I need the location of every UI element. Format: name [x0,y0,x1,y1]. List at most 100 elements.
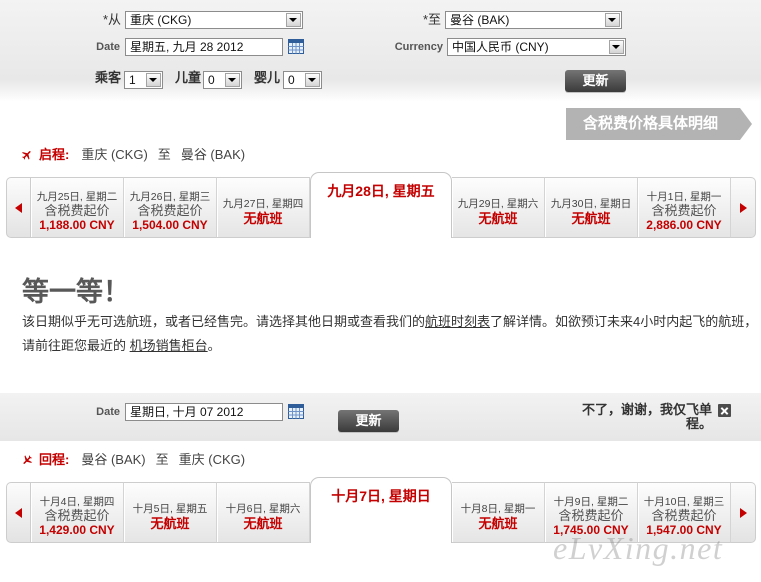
outbound-day-option[interactable]: 十月1日, 星期一 含税费起价 2,886.00 CNY [638,177,731,238]
chevron-down-icon[interactable] [225,73,240,87]
message-text: 了解详情。如欲预订未来4小时内起飞的航班， [490,314,758,329]
outbound-day-option[interactable]: 九月29日, 星期六 无航班 [452,177,545,238]
message-line-2: 请前往距您最近的 机场销售柜台。 [22,334,757,358]
outbound-day-option[interactable]: 九月30日, 星期日 无航班 [545,177,638,238]
plane-icon [19,147,36,164]
outbound-day-option[interactable]: 九月25日, 星期二 含税费起价 1,188.00 CNY [31,177,124,238]
infants-select[interactable]: 0 [283,71,322,89]
day-date-label: 十月10日, 星期三 [643,496,725,508]
infants-label: 婴儿 [254,70,281,85]
chevron-down-icon[interactable] [609,40,624,54]
chevron-down-icon[interactable] [305,73,320,87]
return-origin: 曼谷 (BAK) [81,452,146,467]
message-text: 请前往距您最近的 [22,338,130,353]
infants-select-value: 0 [288,73,295,87]
departure-date-input[interactable]: 星期五, 九月 28 2012 [125,38,283,56]
currency-select-value: 中国人民币 (CNY) [452,40,549,54]
day-date-label: 九月26日, 星期三 [129,191,211,203]
airport-sales-counter-link[interactable]: 机场销售柜台 [130,338,208,353]
return-date-carousel: 十月4日, 星期四 含税费起价 1,429.00 CNY 十月5日, 星期五 无… [6,477,756,543]
calendar-icon[interactable] [288,404,304,419]
flight-schedule-link[interactable]: 航班时刻表 [425,314,490,329]
outbound-connector: 至 [157,147,171,162]
day-date-label: 十月4日, 星期四 [39,496,115,508]
outbound-previous-dates-button[interactable] [6,177,31,238]
starting-price-label: 含税费起价 [137,203,203,218]
arrow-right-icon [739,507,747,518]
currency-select[interactable]: 中国人民币 (CNY) [447,38,626,56]
no-flights-label: 无航班 [478,210,518,226]
return-day-option[interactable]: 十月5日, 星期五 无航班 [124,482,217,543]
origin-select[interactable]: 重庆 (CKG) [125,11,303,29]
day-date-label: 十月6日, 星期六 [225,502,301,515]
outbound-destination: 曼谷 (BAK) [180,147,246,162]
starting-price-label: 含税费起价 [558,508,624,523]
no-flights-label: 无航班 [571,210,611,226]
return-day-option[interactable]: 十月8日, 星期一 无航班 [452,482,545,543]
origin-select-value: 重庆 (CKG) [130,13,192,27]
day-date-label: 九月30日, 星期日 [550,197,632,210]
chevron-down-icon[interactable] [605,13,620,27]
children-label: 儿童 [175,70,202,85]
no-flights-label: 无航班 [243,515,283,531]
starting-price: 1,188.00 CNY [39,218,115,232]
return-label: 回程: [39,452,70,467]
update-search-button[interactable]: 更新 [565,70,626,92]
departure-date-label: Date [96,41,120,53]
return-destination: 重庆 (CKG) [178,452,246,467]
arrow-right-icon [739,202,747,213]
price-details-button[interactable]: 含税费价格具体明细 [566,108,752,140]
message-text: 。 [207,338,221,353]
plane-icon [19,452,36,469]
starting-price: 1,429.00 CNY [39,523,115,537]
return-selected-day-tab[interactable]: 十月7日, 星期日 [310,477,452,543]
starting-price-label: 含税费起价 [651,508,717,523]
selected-day-label: 九月28日, 星期五 [327,183,435,199]
return-date-input[interactable]: 星期日, 十月 07 2012 [125,403,283,421]
day-date-label: 十月1日, 星期一 [646,191,722,203]
return-day-option[interactable]: 十月9日, 星期二 含税费起价 1,745.00 CNY [545,482,638,543]
origin-label: *从 [102,12,121,27]
day-date-label: 十月5日, 星期五 [132,502,208,515]
return-next-dates-button[interactable] [731,482,756,543]
return-previous-dates-button[interactable] [6,482,31,543]
day-date-label: 十月9日, 星期二 [553,496,629,508]
day-date-label: 十月8日, 星期一 [460,502,536,515]
adults-label: 乘客 [95,70,122,85]
return-day-option[interactable]: 十月6日, 星期六 无航班 [217,482,310,543]
return-heading: 回程: 曼谷 (BAK) 至 重庆 (CKG) [21,452,245,468]
outbound-selected-day-tab[interactable]: 九月28日, 星期五 [310,172,452,238]
return-day-option[interactable]: 十月10日, 星期三 含税费起价 1,547.00 CNY [638,482,731,543]
chevron-down-icon[interactable] [146,73,161,87]
close-icon[interactable] [718,404,731,417]
day-date-label: 九月25日, 星期二 [36,191,118,203]
starting-price: 1,547.00 CNY [646,523,722,537]
outbound-day-option[interactable]: 九月26日, 星期三 含税费起价 1,504.00 CNY [124,177,217,238]
one-way-only-link[interactable]: 不了，谢谢，我仅飞单程。 [572,403,712,431]
no-flights-heading: 等一等！ [22,277,130,307]
children-select[interactable]: 0 [203,71,242,89]
starting-price: 1,504.00 CNY [132,218,208,232]
starting-price-label: 含税费起价 [651,203,717,218]
message-text: 该日期似乎无可选航班，或者已经售完。请选择其他日期或查看我们的 [22,314,426,329]
currency-label: Currency [394,41,443,53]
return-day-option[interactable]: 十月4日, 星期四 含税费起价 1,429.00 CNY [31,482,124,543]
calendar-icon[interactable] [288,39,304,54]
outbound-next-dates-button[interactable] [731,177,756,238]
outbound-heading: 启程: 重庆 (CKG) 至 曼谷 (BAK) [21,147,245,163]
outbound-day-option[interactable]: 九月27日, 星期四 无航班 [217,177,310,238]
day-date-label: 九月27日, 星期四 [222,197,304,210]
flight-booking-page: *从 重庆 (CKG) *至 曼谷 (BAK) Date 星期五, 九月 28 … [0,0,761,582]
destination-select-value: 曼谷 (BAK) [450,13,510,27]
children-select-value: 0 [208,73,215,87]
return-connector: 至 [155,452,169,467]
destination-select[interactable]: 曼谷 (BAK) [445,11,622,29]
no-flights-label: 无航班 [478,515,518,531]
adults-select[interactable]: 1 [124,71,163,89]
outbound-origin: 重庆 (CKG) [81,147,148,162]
starting-price-label: 含税费起价 [44,203,110,218]
day-date-label: 九月29日, 星期六 [457,197,539,210]
update-return-button[interactable]: 更新 [338,410,399,432]
return-date-label: Date [96,406,120,418]
chevron-down-icon[interactable] [286,13,301,27]
